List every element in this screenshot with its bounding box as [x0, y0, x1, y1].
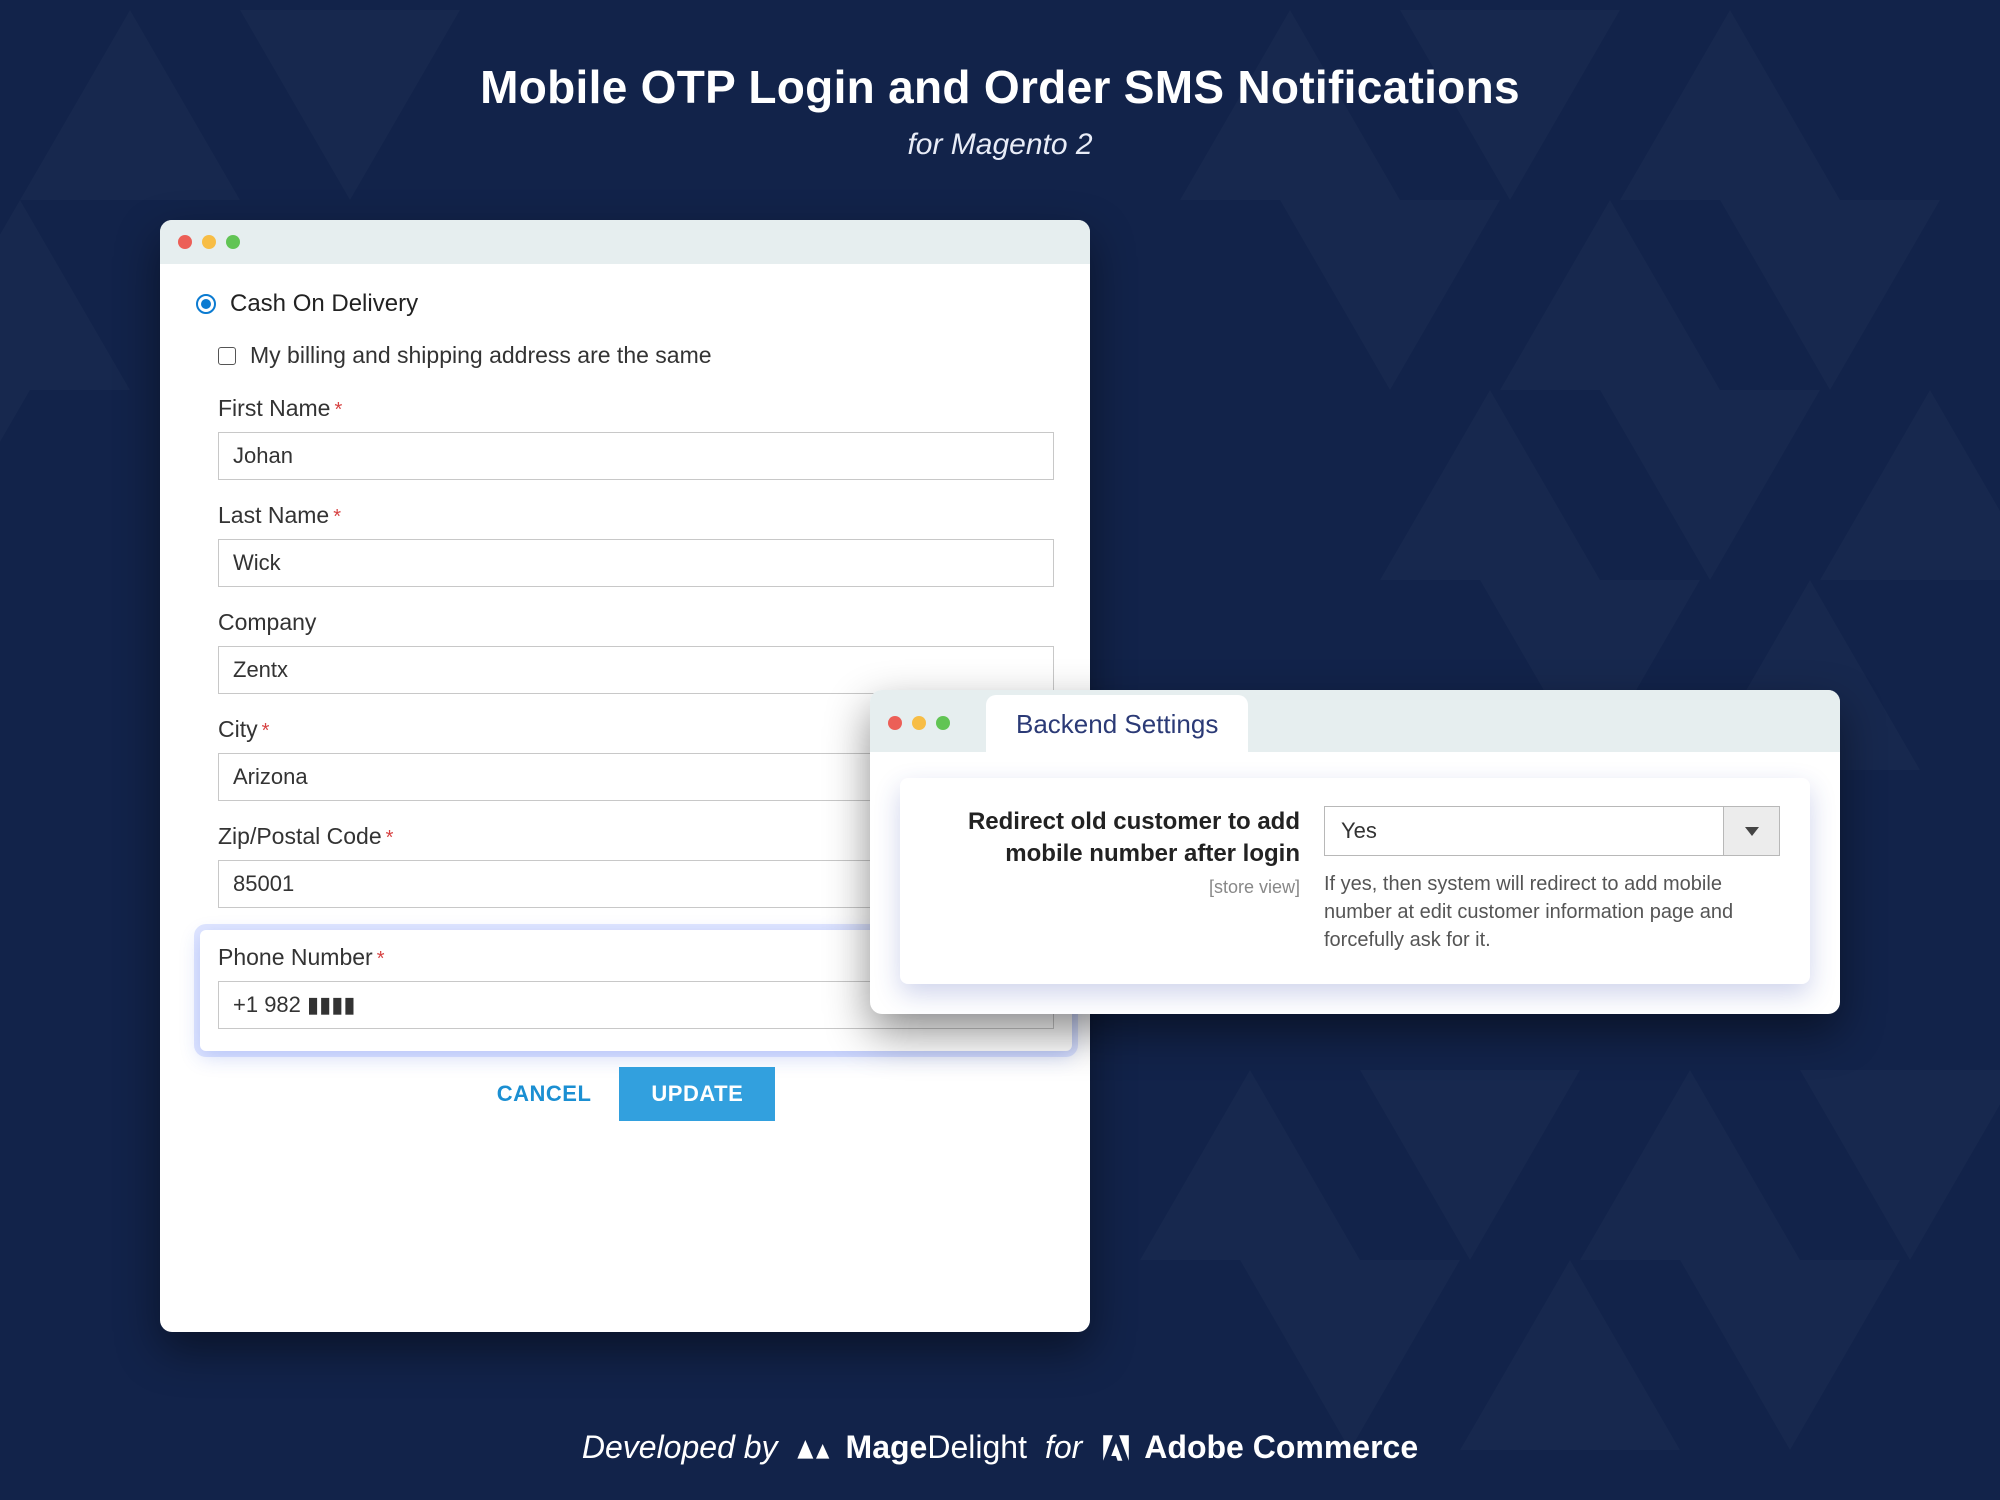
adobe-icon — [1100, 1432, 1132, 1464]
close-icon[interactable] — [888, 716, 902, 730]
update-button[interactable]: UPDATE — [619, 1067, 775, 1121]
adobe-commerce-logo: Adobe Commerce — [1100, 1429, 1418, 1466]
cancel-button[interactable]: CANCEL — [497, 1081, 592, 1107]
minimize-icon[interactable] — [202, 235, 216, 249]
setting-scope: [store view] — [930, 877, 1300, 898]
window-titlebar — [160, 220, 1090, 264]
page-heading: Mobile OTP Login and Order SMS Notificat… — [0, 60, 2000, 162]
minimize-icon[interactable] — [912, 716, 926, 730]
select-value: Yes — [1325, 807, 1723, 855]
magedelight-icon — [796, 1433, 836, 1463]
footer: Developed by MageDelight for Adobe Comme… — [0, 1429, 2000, 1466]
last-name-input[interactable] — [218, 539, 1054, 587]
settings-window: Backend Settings Redirect old customer t… — [870, 690, 1840, 1014]
setting-label: Redirect old customer to add mobile numb… — [930, 806, 1300, 871]
maximize-icon[interactable] — [936, 716, 950, 730]
payment-radio-cod[interactable] — [196, 294, 216, 314]
maximize-icon[interactable] — [226, 235, 240, 249]
same-address-checkbox[interactable] — [218, 347, 236, 365]
settings-titlebar: Backend Settings — [870, 690, 1840, 752]
last-name-field: Last Name* — [218, 502, 1054, 587]
payment-method-label: Cash On Delivery — [230, 290, 418, 318]
last-name-label: Last Name* — [218, 502, 1054, 529]
tab-backend-settings[interactable]: Backend Settings — [986, 695, 1248, 752]
same-address-label: My billing and shipping address are the … — [250, 342, 712, 369]
magedelight-logo: MageDelight — [796, 1429, 1027, 1466]
page-subtitle: for Magento 2 — [0, 128, 2000, 162]
settings-card: Redirect old customer to add mobile numb… — [900, 778, 1810, 984]
adobe-commerce-text: Adobe Commerce — [1144, 1429, 1418, 1466]
for-label: for — [1045, 1429, 1082, 1466]
first-name-label: First Name* — [218, 395, 1054, 422]
company-label: Company — [218, 609, 1054, 636]
company-field: Company — [218, 609, 1054, 694]
first-name-field: First Name* — [218, 395, 1054, 480]
redirect-select[interactable]: Yes — [1324, 806, 1780, 856]
first-name-input[interactable] — [218, 432, 1054, 480]
chevron-down-icon — [1723, 807, 1779, 855]
page-title: Mobile OTP Login and Order SMS Notificat… — [0, 60, 2000, 114]
company-input[interactable] — [218, 646, 1054, 694]
close-icon[interactable] — [178, 235, 192, 249]
setting-help-text: If yes, then system will redirect to add… — [1324, 870, 1780, 954]
developed-by-label: Developed by — [582, 1429, 778, 1466]
